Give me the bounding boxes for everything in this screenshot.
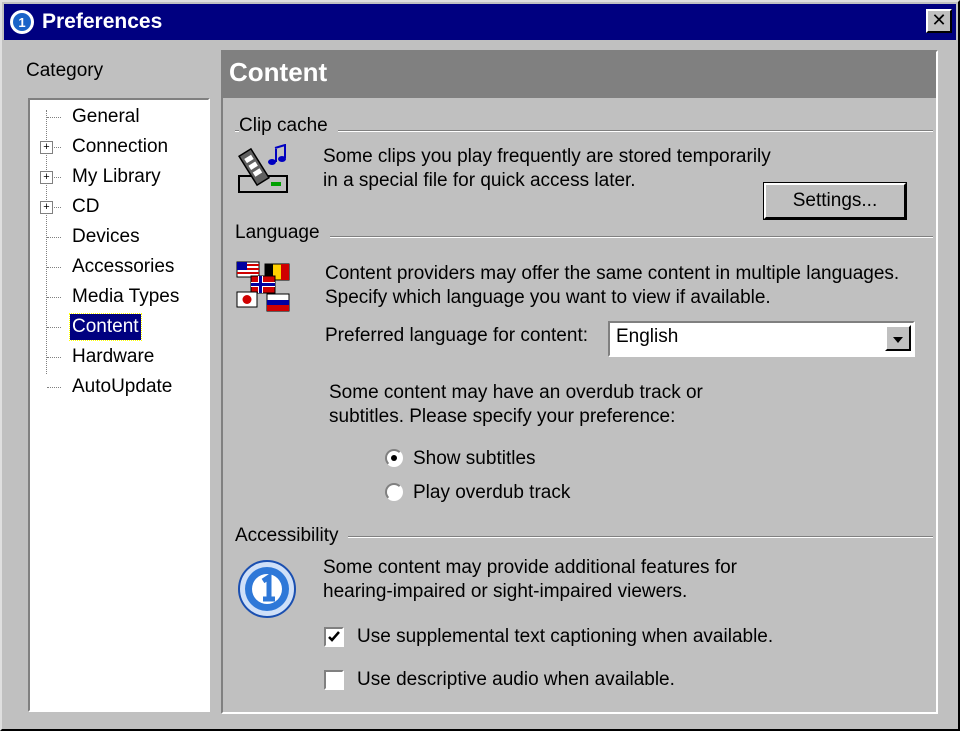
tree-item-cd[interactable]: CD [70, 194, 101, 220]
descriptive-audio-label[interactable]: Use descriptive audio when available. [357, 668, 675, 692]
show-subtitles-label[interactable]: Show subtitles [413, 447, 536, 471]
tree-connector [47, 387, 61, 388]
radio-selected-dot [391, 455, 397, 461]
clip-cache-description-1: Some clips you play frequently are store… [323, 146, 771, 167]
panel-title: Content [223, 52, 936, 98]
settings-button-label: Settings... [792, 190, 878, 211]
clip-cache-divider [235, 130, 933, 132]
tree-connector [52, 207, 61, 208]
tree-connector [52, 177, 61, 178]
category-label: Category [26, 60, 104, 81]
tree-connector [47, 237, 61, 238]
accessibility-title: Accessibility [235, 525, 349, 547]
accessibility-description-1: Some content may provide additional feat… [323, 557, 738, 578]
preferred-language-select[interactable]: English [608, 321, 915, 357]
language-description-1: Content providers may offer the same con… [325, 263, 900, 284]
title-bar[interactable]: 1 Preferences ✕ [4, 4, 956, 40]
play-overdub-radio[interactable] [385, 483, 403, 501]
settings-button[interactable]: Settings... [763, 182, 907, 220]
language-title: Language [235, 222, 330, 244]
chevron-down-icon [893, 327, 903, 349]
preferences-window: 1 Preferences ✕ Category + + + General C… [0, 0, 960, 731]
play-overdub-label[interactable]: Play overdub track [413, 481, 570, 505]
tree-connector [52, 147, 61, 148]
preferred-language-label: Preferred language for content: [325, 325, 589, 346]
accessibility-description-2: hearing-impaired or sight-impaired viewe… [323, 581, 688, 602]
show-subtitles-radio[interactable] [385, 449, 403, 467]
expand-icon[interactable]: + [40, 171, 53, 184]
preferred-language-value: English [616, 326, 679, 347]
window-title: Preferences [42, 10, 163, 33]
category-tree[interactable]: + + + General Connection My Library CD D… [28, 98, 210, 712]
tree-connector [47, 117, 61, 118]
descriptive-audio-checkbox[interactable] [324, 670, 344, 690]
content-panel: Content Clip cache Some clips you play f… [221, 50, 938, 714]
tree-item-general[interactable]: General [70, 104, 142, 130]
clip-cache-description-2: in a special file for quick access later… [323, 170, 636, 191]
tree-item-connection[interactable]: Connection [70, 134, 170, 160]
tree-connector [47, 327, 61, 328]
expand-icon[interactable]: + [40, 141, 53, 154]
checkmark-icon [328, 631, 340, 642]
tree-connector [47, 267, 61, 268]
tree-connector [47, 357, 61, 358]
realplayer-logo-icon: 1 [10, 10, 34, 34]
film-music-drive-icon [237, 143, 293, 198]
tree-item-my-library[interactable]: My Library [70, 164, 163, 190]
tree-connector [47, 297, 61, 298]
expand-icon[interactable]: + [40, 201, 53, 214]
tree-item-media-types[interactable]: Media Types [70, 284, 181, 310]
overdub-description-2: subtitles. Please specify your preferenc… [329, 406, 676, 427]
tree-item-hardware[interactable]: Hardware [70, 344, 156, 370]
language-description-2: Specify which language you want to view … [325, 287, 771, 308]
captioning-checkbox[interactable] [324, 627, 344, 647]
tree-item-devices[interactable]: Devices [70, 224, 142, 250]
clip-cache-title: Clip cache [239, 115, 338, 137]
captioning-label[interactable]: Use supplemental text captioning when av… [357, 625, 773, 649]
tree-item-accessories[interactable]: Accessories [70, 254, 176, 280]
dropdown-arrow-button[interactable] [885, 325, 911, 351]
accessibility-logo-icon [237, 559, 297, 619]
close-icon: ✕ [931, 10, 947, 30]
overdub-description-1: Some content may have an overdub track o… [329, 382, 703, 403]
flags-icon [235, 260, 293, 314]
tree-item-autoupdate[interactable]: AutoUpdate [70, 374, 174, 400]
close-button[interactable]: ✕ [926, 9, 952, 33]
language-divider [235, 236, 933, 238]
tree-item-content[interactable]: Content [69, 313, 142, 341]
